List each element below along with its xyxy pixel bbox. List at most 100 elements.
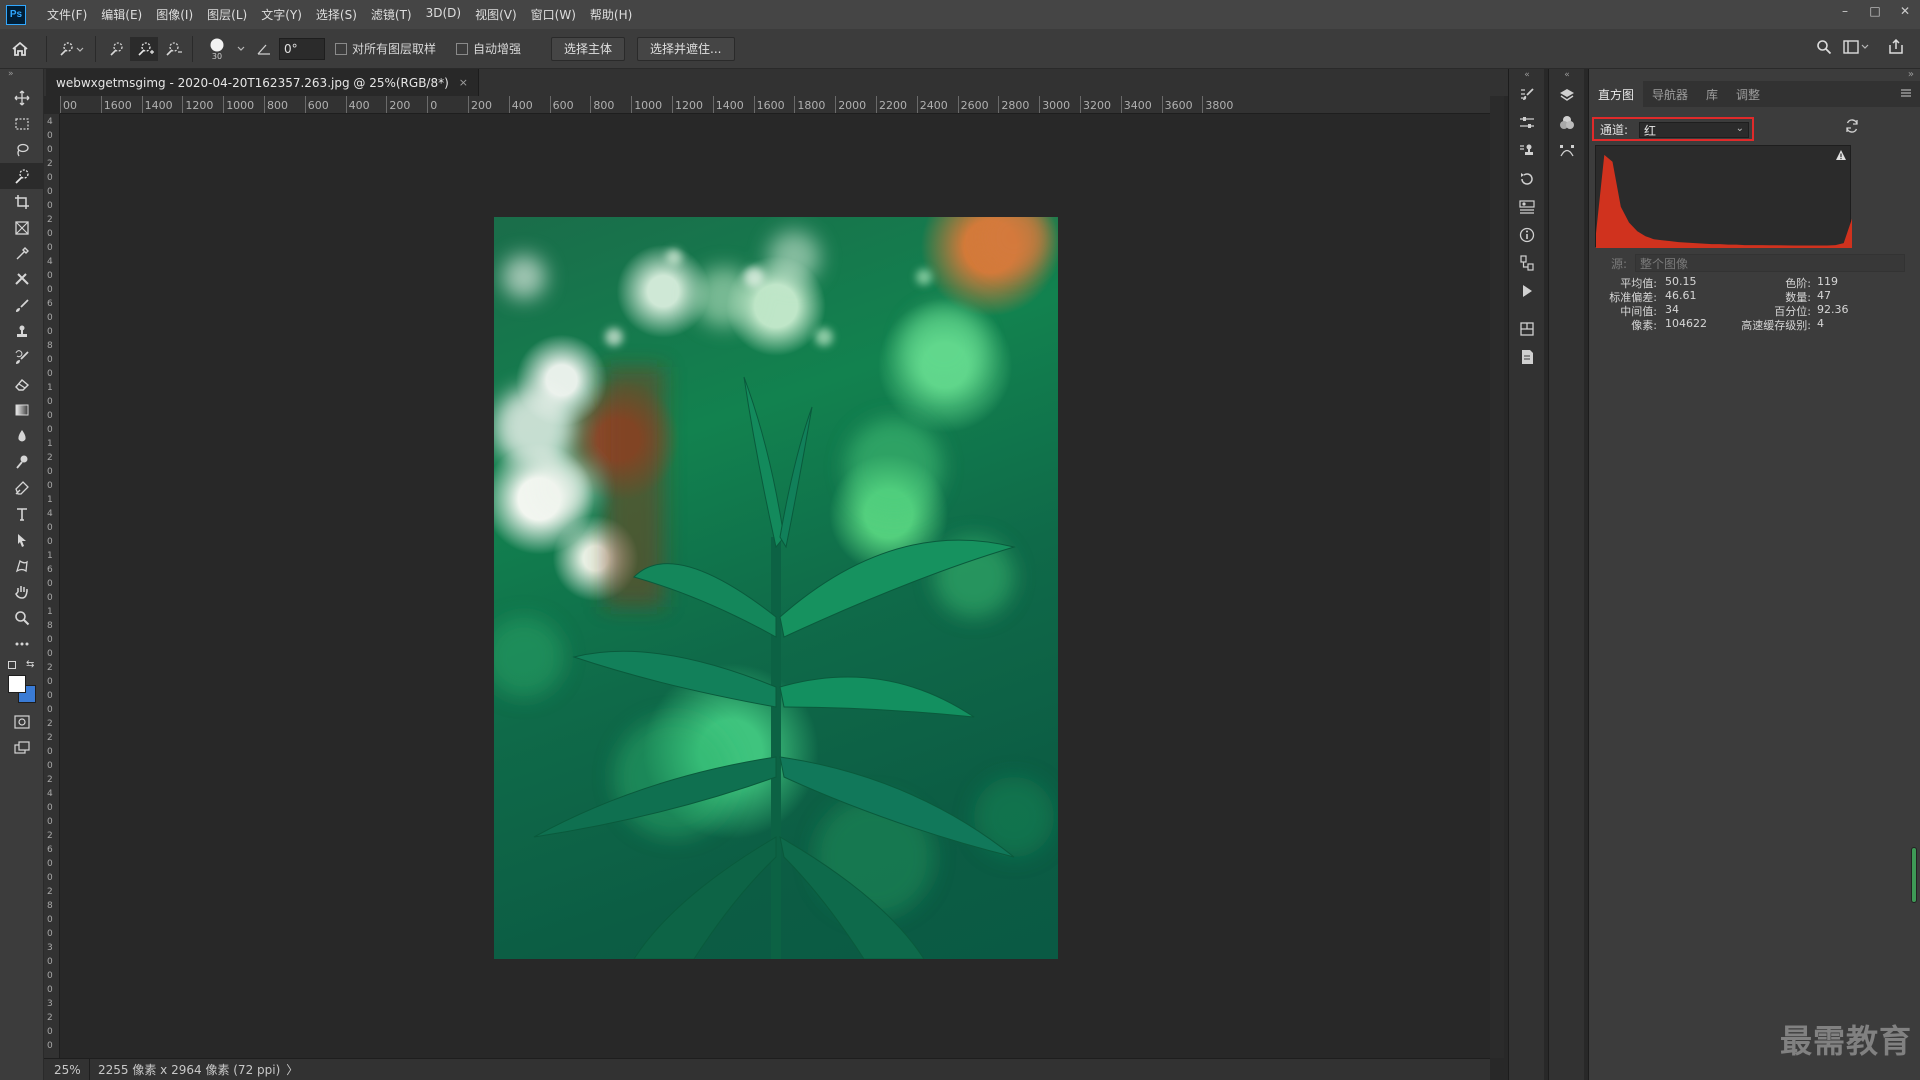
menu-image[interactable]: 图像(I) (149, 6, 200, 23)
count-value: 47 (1817, 289, 1831, 302)
crop-tool-icon[interactable] (0, 189, 44, 215)
document-tab[interactable]: webwxgetmsgimg - 2020-04-20T162357.263.j… (46, 69, 480, 96)
status-bar: 25% 2255 像素 x 2964 像素 (72 ppi) 〉 (44, 1058, 1490, 1080)
measurement-icon[interactable] (1509, 249, 1545, 277)
clone-stamp-tool-icon[interactable] (0, 319, 44, 345)
quick-selection-tool-icon[interactable] (0, 163, 44, 189)
document-image[interactable] (494, 217, 1058, 959)
paths-icon[interactable] (1549, 137, 1585, 165)
minimize-button[interactable]: – (1830, 0, 1860, 22)
source-row: 源: 整个图像 (1595, 253, 1913, 273)
tab-adjustments[interactable]: 调整 (1727, 81, 1769, 107)
properties-icon[interactable] (1509, 193, 1545, 221)
brush-size-picker[interactable]: 30 (199, 37, 235, 61)
canvas-area[interactable] (61, 115, 1490, 1058)
collapse-dock-icon[interactable]: « (1549, 69, 1585, 81)
angle-input[interactable] (279, 37, 325, 60)
adjustment-sliders-icon[interactable] (1509, 109, 1545, 137)
zoom-tool-icon[interactable] (0, 605, 44, 631)
sample-all-layers-option[interactable]: 对所有图层取样 (335, 40, 436, 57)
quick-mask-icon[interactable] (0, 709, 44, 735)
type-tool-icon[interactable] (0, 501, 44, 527)
info-icon[interactable] (1509, 221, 1545, 249)
swap-colors-icon[interactable]: ⇆ (26, 659, 34, 670)
horizontal-ruler[interactable]: 00 1600 1400 1200 1000 800 600 400 200 0 200 400 600… (60, 96, 1490, 114)
menu-file[interactable]: 文件(F) (40, 6, 94, 23)
move-tool-icon[interactable] (0, 85, 44, 111)
select-subject-button[interactable]: 选择主体 (551, 36, 626, 61)
custom-shape-tool-icon[interactable] (0, 553, 44, 579)
menu-view[interactable]: 视图(V) (468, 6, 524, 23)
new-selection-icon[interactable] (102, 41, 130, 57)
collapse-panel-icon[interactable]: » (1908, 69, 1914, 80)
actions-play-icon[interactable] (1509, 277, 1545, 305)
blur-tool-icon[interactable] (0, 423, 44, 449)
marquee-tool-icon[interactable] (0, 111, 44, 137)
menu-bar: Ps 文件(F) 编辑(E) 图像(I) 图层(L) 文字(Y) 选择(S) 滤… (0, 0, 1920, 29)
subtract-from-selection-icon[interactable] (158, 41, 186, 57)
cache-warning-icon[interactable] (1835, 149, 1847, 164)
ruler-digit: 0 (47, 285, 53, 295)
home-icon[interactable] (0, 41, 40, 57)
eraser-tool-icon[interactable] (0, 371, 44, 397)
zoom-level[interactable]: 25% (44, 1058, 90, 1080)
auto-enhance-checkbox[interactable] (456, 42, 469, 55)
history-icon[interactable] (1509, 165, 1545, 193)
close-button[interactable]: ✕ (1890, 0, 1920, 22)
canvas-vertical-scrollbar[interactable] (1490, 96, 1504, 1058)
collapse-dock-icon[interactable]: « (1509, 69, 1545, 81)
clone-source-icon[interactable] (1509, 137, 1545, 165)
screen-mode-icon[interactable] (0, 735, 44, 761)
ruler-digit: 0 (47, 803, 53, 813)
menu-layer[interactable]: 图层(L) (200, 6, 254, 23)
lasso-tool-icon[interactable] (0, 137, 44, 163)
pen-tool-icon[interactable] (0, 475, 44, 501)
hand-tool-icon[interactable] (0, 579, 44, 605)
menu-help[interactable]: 帮助(H) (583, 6, 639, 23)
menu-type[interactable]: 文字(Y) (254, 6, 309, 23)
maximize-button[interactable]: □ (1860, 0, 1890, 22)
dodge-tool-icon[interactable] (0, 449, 44, 475)
layers-icon[interactable] (1549, 81, 1585, 109)
brush-settings-icon[interactable] (1509, 81, 1545, 109)
refresh-icon[interactable] (1845, 119, 1859, 137)
channels-icon[interactable] (1549, 109, 1585, 137)
gradient-tool-icon[interactable] (0, 397, 44, 423)
add-to-selection-icon[interactable] (130, 36, 158, 61)
select-and-mask-button[interactable]: 选择并遮住... (637, 36, 735, 61)
eyedropper-tool-icon[interactable] (0, 241, 44, 267)
frame-tool-icon[interactable] (0, 215, 44, 241)
search-icon[interactable] (1814, 39, 1834, 55)
auto-enhance-option[interactable]: 自动增强 (456, 40, 521, 57)
quick-selection-preset-icon[interactable] (53, 41, 89, 57)
foreground-color-swatch[interactable] (8, 675, 26, 693)
path-selection-tool-icon[interactable] (0, 527, 44, 553)
channel-dropdown[interactable]: 红 ⌄ (1639, 122, 1749, 138)
menu-edit[interactable]: 编辑(E) (94, 6, 149, 23)
history-brush-tool-icon[interactable] (0, 345, 44, 371)
vertical-ruler[interactable]: 4 0 0 2 0 0 0 2 0 0 4 0 0 6 0 0 8 0 0 1 0 0 0 1 2 0 0 1 4 0 0 1 6 0 0 1 8 0 0 2… (44, 114, 60, 1058)
status-menu-arrow[interactable]: 〉 (286, 1061, 298, 1078)
source-dropdown[interactable]: 整个图像 (1635, 254, 1906, 272)
timeline-icon[interactable] (1509, 315, 1545, 343)
panel-menu-icon[interactable] (1900, 87, 1912, 101)
healing-brush-tool-icon[interactable] (0, 267, 44, 293)
menu-window[interactable]: 窗口(W) (524, 6, 583, 23)
sample-all-layers-checkbox[interactable] (335, 42, 347, 55)
panel-scrollbar-thumb[interactable] (1911, 847, 1917, 903)
share-icon[interactable] (1886, 39, 1906, 55)
more-tools-icon[interactable] (0, 631, 44, 657)
close-tab-icon[interactable]: × (459, 76, 468, 89)
workspace-icon[interactable] (1842, 39, 1870, 55)
collapse-toolbar-icon[interactable]: » (0, 69, 43, 85)
brush-tool-icon[interactable] (0, 293, 44, 319)
menu-select[interactable]: 选择(S) (309, 6, 364, 23)
notes-icon[interactable] (1509, 343, 1545, 371)
tab-libraries[interactable]: 库 (1697, 81, 1727, 107)
tab-navigator[interactable]: 导航器 (1643, 81, 1697, 107)
default-colors-icon[interactable] (8, 661, 16, 669)
menu-3d[interactable]: 3D(D) (419, 6, 468, 23)
tab-histogram[interactable]: 直方图 (1589, 81, 1644, 107)
chevron-down-icon[interactable] (235, 46, 247, 52)
menu-filter[interactable]: 滤镜(T) (364, 6, 419, 23)
